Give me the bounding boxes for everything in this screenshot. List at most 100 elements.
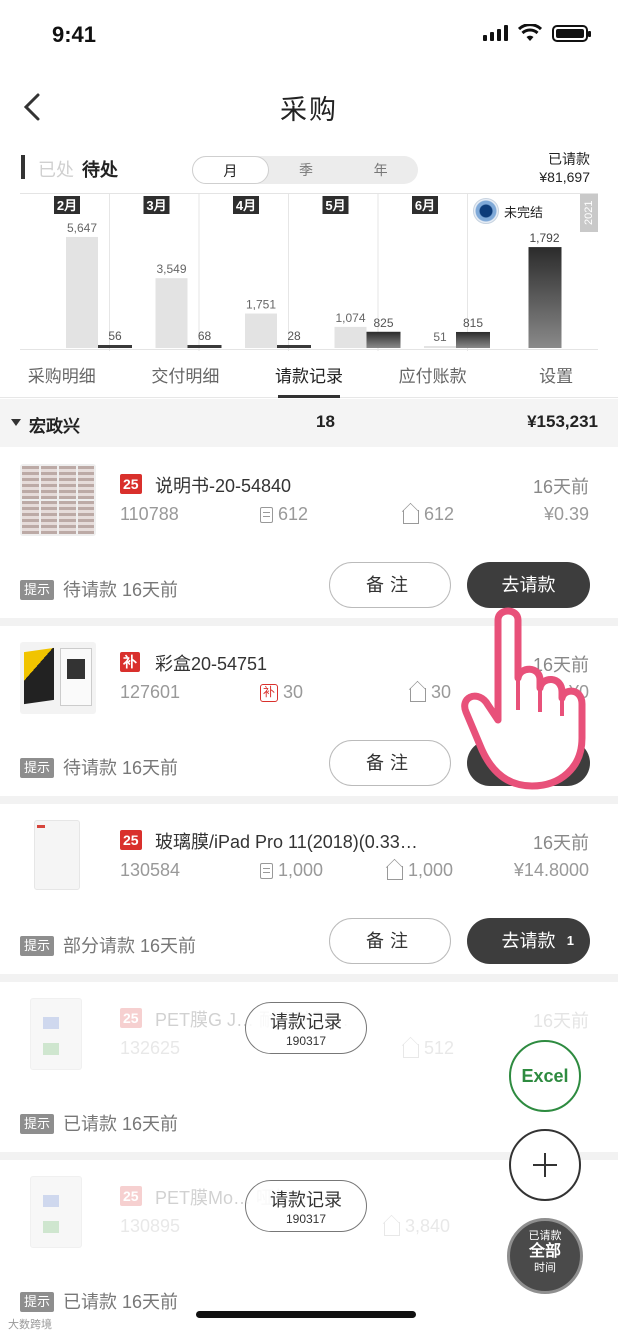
export-excel-button[interactable]: Excel — [509, 1040, 581, 1112]
period-option-quarter[interactable]: 季 — [269, 156, 344, 184]
tab-delivery-detail[interactable]: 交付明细 — [124, 360, 248, 397]
stamp-label: 请款记录 — [270, 1190, 342, 1210]
bar-light — [424, 346, 456, 348]
item-code: 127601 — [120, 682, 181, 702]
ordered-quantity-value: 1,000 — [278, 860, 324, 880]
item-code: 130895 — [120, 1216, 181, 1236]
note-button[interactable]: 备注 — [329, 740, 451, 786]
pointing-hand-icon — [461, 607, 586, 790]
bar-light-label: 51 — [433, 330, 447, 344]
received-quantity: 512 — [403, 1038, 454, 1059]
received-quantity: 612 — [403, 504, 454, 525]
filter-done-toggle[interactable]: 已处 — [38, 156, 74, 182]
bar-light-label: 1,074 — [335, 311, 365, 325]
monthly-bar-chart: 2月 5,647 56 3月 3,549 68 4月 1,751 28 5月 1,074 825 6月 5… — [20, 193, 598, 351]
received-quantity-value: 30 — [431, 682, 452, 702]
bar-dark-label: 56 — [108, 329, 122, 343]
bar-dark-label: 68 — [198, 329, 212, 343]
item-title: 说明书-20-54840 — [155, 476, 292, 496]
item-age: 16天前 — [532, 477, 589, 497]
list-item[interactable]: 25 玻璃膜/iPad Pro 11(2018)(0.33… 16天前 1305… — [0, 804, 618, 974]
bar-unfinished — [528, 247, 562, 348]
requested-amount: ¥81,697 — [539, 169, 590, 185]
tab-accounts-payable[interactable]: 应付账款 — [371, 360, 495, 397]
tab-bar: 采购明细 交付明细 请款记录 应付账款 设置 — [0, 360, 618, 398]
hint-text: 待请款 16天前 — [63, 580, 179, 600]
hint-text: 已请款 16天前 — [63, 1114, 179, 1134]
bar-unfinished-label: 1,792 — [529, 231, 559, 245]
supplier-group-header[interactable]: 宏政兴 18 ¥153,231 — [0, 399, 618, 447]
hint-tag: 提示 — [20, 580, 55, 600]
hint-text: 部分请款 16天前 — [63, 936, 197, 956]
bar-light — [155, 278, 188, 348]
bar-dark — [366, 331, 401, 348]
note-button[interactable]: 备注 — [329, 918, 451, 964]
filter-main-label: 全部 — [528, 1243, 561, 1260]
status-icons — [483, 24, 591, 42]
bar-light-label: 3,549 — [156, 262, 186, 276]
warehouse-icon — [384, 1221, 400, 1236]
period-option-year[interactable]: 年 — [343, 156, 418, 184]
bar-light — [334, 326, 367, 348]
ordered-quantity: 1,000 — [260, 860, 323, 881]
tab-settings[interactable]: 设置 — [494, 360, 618, 397]
filter-pending-toggle[interactable]: 待处 — [82, 156, 118, 182]
card-divider — [0, 796, 618, 804]
bar-dark — [187, 345, 222, 348]
product-thumbnail — [34, 820, 80, 890]
item-code: 130584 — [120, 860, 181, 880]
period-option-month[interactable]: 月 — [192, 156, 269, 184]
ordered-quantity-value: 612 — [278, 504, 309, 524]
hint-tag: 提示 — [20, 1292, 55, 1312]
stamp-date: 190317 — [285, 1034, 327, 1048]
status-filter-button[interactable]: 已请款 全部 时间 — [507, 1218, 583, 1294]
month-tag-label: 2月 — [57, 198, 77, 213]
request-payment-button[interactable]: 去请款 1 — [467, 918, 590, 964]
hint-tag: 提示 — [20, 758, 55, 778]
bar-dark — [98, 345, 132, 348]
section-marker — [21, 155, 25, 179]
warehouse-icon — [387, 865, 403, 880]
card-divider — [0, 974, 618, 982]
filter-bottom-label: 时间 — [534, 1262, 556, 1274]
watermark-text: 大数跨境 — [8, 1319, 52, 1331]
status-badge: 25 — [120, 474, 142, 494]
month-tag-label: 3月 — [146, 198, 166, 213]
product-thumbnail — [20, 464, 96, 536]
warehouse-icon — [403, 509, 419, 524]
month-tag-label: 5月 — [325, 198, 345, 213]
hint-text: 待请款 16天前 — [63, 758, 179, 778]
tab-purchase-detail[interactable]: 采购明细 — [0, 360, 124, 397]
stamp-date: 190317 — [285, 1212, 327, 1226]
hint-tag: 提示 — [20, 1114, 55, 1134]
product-thumbnail — [20, 642, 96, 714]
ordered-quantity-value: 30 — [283, 682, 304, 702]
requested-label: 已请款 — [548, 151, 590, 167]
hint-tag: 提示 — [20, 936, 55, 956]
add-button[interactable] — [509, 1129, 581, 1201]
unfinished-legend[interactable]: 未完结 — [473, 198, 543, 224]
bar-light — [66, 236, 98, 348]
hint-text: 已请款 16天前 — [63, 1292, 179, 1312]
received-quantity-value: 1,000 — [408, 860, 454, 880]
list-item[interactable]: 25 说明书-20-54840 16天前 110788 612 612 ¥0.3… — [0, 448, 618, 618]
note-button[interactable]: 备注 — [329, 562, 451, 608]
ordered-quantity: 612 — [260, 504, 308, 525]
payment-record-stamp[interactable]: 请款记录 190317 — [245, 1002, 367, 1054]
ordered-quantity: 补 30 — [260, 682, 303, 703]
received-quantity: 1,000 — [387, 860, 453, 881]
status-badge: 25 — [120, 830, 142, 850]
received-quantity-value: 612 — [424, 504, 455, 524]
bar-dark — [456, 331, 490, 348]
caret-down-icon — [11, 419, 21, 426]
unfinished-label: 未完结 — [504, 204, 544, 220]
tab-payment-request-records[interactable]: 请款记录 — [247, 360, 371, 398]
status-badge: 补 — [120, 652, 140, 672]
item-code: 110788 — [120, 504, 179, 524]
bar-light — [245, 313, 277, 348]
payment-record-stamp[interactable]: 请款记录 190317 — [245, 1180, 367, 1232]
product-thumbnail — [30, 1176, 82, 1248]
bar-light-label: 5,647 — [67, 221, 97, 235]
status-badge: 25 — [120, 1186, 142, 1206]
received-quantity-value: 3,840 — [405, 1216, 451, 1236]
